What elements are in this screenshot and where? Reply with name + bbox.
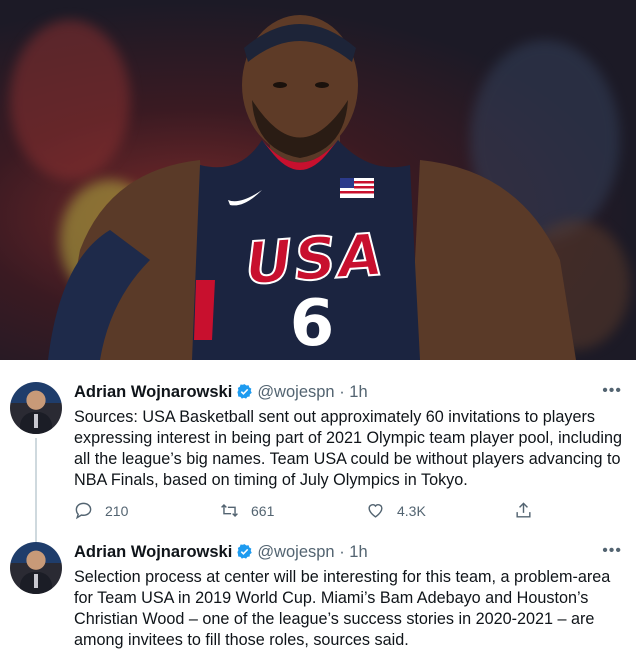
share-icon: [516, 502, 531, 518]
timestamp[interactable]: 1h: [349, 543, 367, 561]
retweet-count: 661: [251, 502, 275, 519]
reply-count: 210: [105, 502, 129, 519]
tweet-text: Sources: USA Basketball sent out approxi…: [74, 408, 622, 489]
handle[interactable]: @wojespn: [257, 543, 334, 561]
timestamp[interactable]: 1h: [349, 383, 367, 401]
avatar[interactable]: [10, 382, 62, 434]
verified-badge-icon: [237, 384, 253, 399]
retweet-button[interactable]: 661: [220, 501, 274, 520]
heart-icon: [368, 504, 383, 518]
tweet[interactable]: Adrian Wojnarowski @wojespn · 1h ••• Sour…: [0, 376, 636, 546]
tweet-text: Selection process at center will be inte…: [74, 568, 611, 649]
jersey-number: 6: [289, 287, 335, 360]
more-horizontal-icon[interactable]: •••: [602, 382, 622, 400]
more-horizontal-icon[interactable]: •••: [602, 542, 622, 560]
handle[interactable]: @wojespn: [257, 383, 334, 401]
separator: ·: [339, 383, 345, 401]
reply-button[interactable]: 210: [74, 501, 128, 520]
tweet-header: Adrian Wojnarowski @wojespn · 1h: [74, 542, 368, 562]
reply-icon: [75, 502, 92, 520]
thread-line: [35, 438, 37, 546]
like-button[interactable]: 4.3K: [366, 501, 426, 520]
avatar[interactable]: [10, 542, 62, 594]
share-button[interactable]: [514, 501, 533, 520]
tweet-actions: 210 661 4.3K: [74, 501, 544, 523]
tweet-header: Adrian Wojnarowski @wojespn · 1h: [74, 382, 368, 402]
verified-badge-icon: [237, 544, 253, 559]
author-name[interactable]: Adrian Wojnarowski: [74, 383, 232, 401]
like-count: 4.3K: [397, 502, 426, 519]
tweet[interactable]: Adrian Wojnarowski @wojespn · 1h ••• Sele…: [0, 536, 636, 651]
hero-photo: USA 6: [0, 0, 636, 360]
author-name[interactable]: Adrian Wojnarowski: [74, 543, 232, 561]
retweet-icon: [221, 503, 238, 518]
separator: ·: [339, 543, 345, 561]
